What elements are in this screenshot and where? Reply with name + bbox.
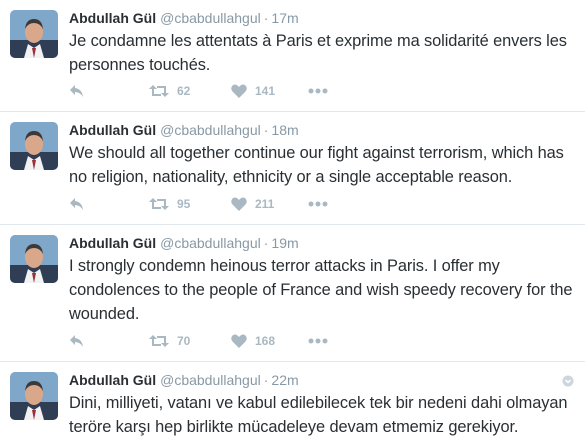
- retweet-button[interactable]: 95: [149, 195, 190, 213]
- author-name[interactable]: Abdullah Gül: [69, 372, 156, 388]
- separator: ·: [263, 235, 269, 251]
- timestamp[interactable]: 22m: [271, 372, 298, 388]
- tweet-text: Dini, milliyeti, vatanı ve kabul edilebi…: [69, 394, 568, 436]
- ellipsis-icon: [308, 88, 328, 94]
- retweet-count: 95: [177, 197, 191, 211]
- timestamp[interactable]: 18m: [271, 122, 298, 138]
- author-name[interactable]: Abdullah Gül: [69, 10, 156, 26]
- tweet-timeline: Abdullah Gül @cbabdullahgul · 17m Je condam…: [0, 0, 585, 438]
- avatar[interactable]: [10, 372, 58, 420]
- reply-arrow-icon: [70, 85, 83, 97]
- reply-button[interactable]: [69, 332, 85, 350]
- separator: ·: [263, 372, 269, 388]
- heart-icon: [231, 84, 247, 98]
- heart-icon: [231, 197, 247, 211]
- tweet-text: We should all together continue our figh…: [69, 144, 564, 186]
- tweet[interactable]: Abdullah Gül @cbabdullahgul · 18m We should…: [0, 112, 585, 225]
- ellipsis-icon: [308, 338, 328, 344]
- like-button[interactable]: 168: [231, 332, 275, 350]
- avatar[interactable]: [10, 122, 58, 170]
- more-options-button[interactable]: [308, 82, 328, 100]
- reply-button[interactable]: [69, 195, 85, 213]
- reply-button[interactable]: [69, 82, 85, 100]
- author-name[interactable]: Abdullah Gül: [69, 122, 156, 138]
- reply-arrow-icon: [70, 335, 83, 347]
- author-handle[interactable]: @cbabdullahgul: [160, 122, 261, 138]
- author-handle[interactable]: @cbabdullahgul: [160, 372, 261, 388]
- tweet-menu-button[interactable]: [562, 374, 574, 387]
- like-button[interactable]: 211: [231, 195, 274, 213]
- author-handle[interactable]: @cbabdullahgul: [160, 235, 261, 251]
- timestamp[interactable]: 17m: [271, 10, 298, 26]
- retweet-icon: [149, 85, 169, 97]
- like-count: 168: [255, 334, 276, 348]
- tweet-header: Abdullah Gül @cbabdullahgul · 18m: [69, 121, 299, 139]
- retweet-button[interactable]: 62: [149, 82, 190, 100]
- retweet-count: 62: [177, 84, 191, 98]
- tweet-actions: 62 141: [69, 82, 369, 100]
- tweet-text: I strongly condemn heinous terror attack…: [69, 257, 573, 323]
- tweet-text: Je condamne les attentats à Paris et exp…: [69, 32, 567, 74]
- tweet-header: Abdullah Gül @cbabdullahgul · 19m: [69, 234, 299, 252]
- retweet-count: 70: [177, 334, 191, 348]
- separator: ·: [263, 10, 269, 26]
- heart-icon: [231, 334, 247, 348]
- timestamp[interactable]: 19m: [271, 235, 298, 251]
- reply-arrow-icon: [70, 198, 83, 210]
- more-options-button[interactable]: [308, 195, 328, 213]
- tweet-header: Abdullah Gül @cbabdullahgul · 17m: [69, 9, 299, 27]
- retweet-icon: [149, 335, 169, 347]
- like-count: 141: [255, 84, 276, 98]
- like-button[interactable]: 141: [231, 82, 275, 100]
- like-count: 211: [255, 197, 275, 211]
- tweet[interactable]: Abdullah Gül @cbabdullahgul · 22m Dini, mil…: [0, 362, 585, 438]
- more-options-button[interactable]: [308, 332, 328, 350]
- chevron-down-icon: [562, 375, 574, 387]
- author-handle[interactable]: @cbabdullahgul: [160, 10, 261, 26]
- retweet-icon: [149, 198, 169, 210]
- tweet-header: Abdullah Gül @cbabdullahgul · 22m: [69, 371, 299, 389]
- tweet-actions: 70 168: [69, 332, 369, 350]
- tweet-actions: 95 211: [69, 195, 369, 213]
- avatar[interactable]: [10, 235, 58, 283]
- ellipsis-icon: [308, 201, 328, 207]
- avatar[interactable]: [10, 10, 58, 58]
- author-name[interactable]: Abdullah Gül: [69, 235, 156, 251]
- retweet-button[interactable]: 70: [149, 332, 190, 350]
- separator: ·: [263, 122, 269, 138]
- tweet[interactable]: Abdullah Gül @cbabdullahgul · 17m Je condam…: [0, 0, 585, 112]
- tweet[interactable]: Abdullah Gül @cbabdullahgul · 19m I strongl…: [0, 225, 585, 362]
